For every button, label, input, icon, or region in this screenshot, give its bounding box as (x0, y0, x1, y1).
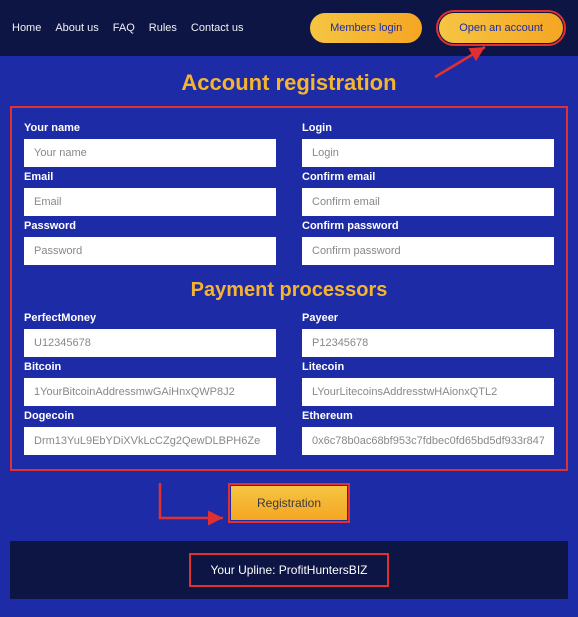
registration-form: Your name Login Email Confirm email Pass… (10, 106, 568, 471)
top-nav: Home About us FAQ Rules Contact us Membe… (0, 0, 578, 56)
email-input[interactable] (24, 188, 276, 216)
registration-button[interactable]: Registration (231, 486, 347, 520)
upline-highlight: Your Upline: ProfitHuntersBIZ (189, 553, 390, 587)
name-label: Your name (24, 122, 276, 134)
bitcoin-input[interactable] (24, 378, 276, 406)
upline-text: Your Upline: ProfitHuntersBIZ (211, 563, 368, 577)
open-account-highlight: Open an account (436, 10, 566, 46)
perfectmoney-input[interactable] (24, 329, 276, 357)
email-label: Email (24, 171, 276, 183)
confirm-password-input[interactable] (302, 237, 554, 265)
upline-bar: Your Upline: ProfitHuntersBIZ (10, 541, 568, 599)
perfectmoney-label: PerfectMoney (24, 312, 276, 324)
open-account-button[interactable]: Open an account (439, 13, 563, 43)
nav-home[interactable]: Home (12, 22, 41, 34)
payeer-input[interactable] (302, 329, 554, 357)
confirm-password-label: Confirm password (302, 220, 554, 232)
litecoin-input[interactable] (302, 378, 554, 406)
dogecoin-input[interactable] (24, 427, 276, 455)
confirm-email-input[interactable] (302, 188, 554, 216)
password-input[interactable] (24, 237, 276, 265)
page-title: Account registration (0, 70, 578, 96)
ethereum-label: Ethereum (302, 410, 554, 422)
nav-about[interactable]: About us (55, 22, 98, 34)
litecoin-label: Litecoin (302, 361, 554, 373)
login-input[interactable] (302, 139, 554, 167)
nav-faq[interactable]: FAQ (113, 22, 135, 34)
password-label: Password (24, 220, 276, 232)
nav-rules[interactable]: Rules (149, 22, 177, 34)
registration-button-highlight: Registration (228, 483, 350, 523)
dogecoin-label: Dogecoin (24, 410, 276, 422)
payment-processors-title: Payment processors (24, 279, 554, 302)
bitcoin-label: Bitcoin (24, 361, 276, 373)
members-login-button[interactable]: Members login (310, 13, 422, 43)
name-input[interactable] (24, 139, 276, 167)
payeer-label: Payeer (302, 312, 554, 324)
confirm-email-label: Confirm email (302, 171, 554, 183)
ethereum-input[interactable] (302, 427, 554, 455)
nav-contact[interactable]: Contact us (191, 22, 244, 34)
login-label: Login (302, 122, 554, 134)
